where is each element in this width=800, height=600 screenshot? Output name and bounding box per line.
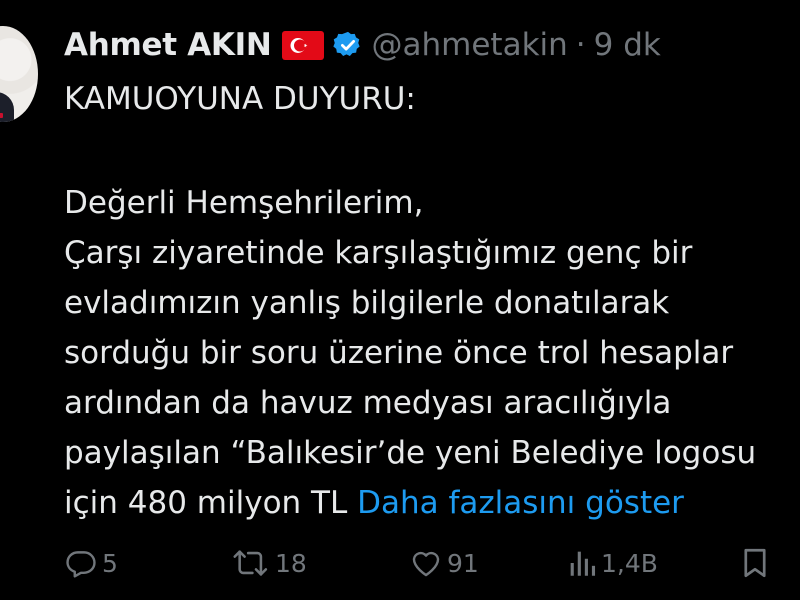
- like-count: 91: [447, 548, 479, 578]
- tweet-line: Çarşı ziyaretinde karşılaştığımız genç b…: [64, 235, 693, 271]
- heart-icon: [412, 551, 440, 577]
- verified-badge-icon: [332, 30, 363, 60]
- tweet-line: paylaşılan “Balıkesir’de yeni Belediye l…: [64, 435, 757, 471]
- like-button[interactable]: 91: [409, 539, 479, 587]
- tweet: Ahmet AKIN @ahmetakin · 9 dk KAMUOYUNA D…: [0, 0, 800, 600]
- reply-count: 5: [102, 548, 118, 578]
- avatar[interactable]: [0, 26, 38, 122]
- tweet-actions: 5 18 91 1,4B: [64, 539, 800, 587]
- avatar-pin: [0, 113, 3, 118]
- header-separator: ·: [575, 27, 586, 63]
- tweet-timestamp[interactable]: 9 dk: [594, 27, 661, 63]
- tweet-line: sorduğu bir soru üzerine önce trol hesap…: [64, 335, 734, 371]
- views-chart-icon: [570, 551, 596, 576]
- tweet-text: KAMUOYUNA DUYURU: Değerli Hemşehrilerim,…: [64, 74, 800, 528]
- tweet-line: evladımızın yanlış bilgilerle donatılara…: [64, 285, 670, 321]
- tweet-line: KAMUOYUNA DUYURU:: [64, 81, 416, 117]
- author-name[interactable]: Ahmet AKIN: [64, 27, 272, 63]
- bookmark-button[interactable]: [740, 539, 770, 587]
- reply-button[interactable]: 5: [64, 539, 118, 587]
- bookmark-icon: [744, 548, 766, 578]
- tweet-line: ardından da havuz medyası aracılığıyla: [64, 385, 672, 421]
- reply-icon: [66, 551, 96, 578]
- views-button[interactable]: 1,4B: [567, 539, 658, 587]
- repost-icon: [233, 550, 268, 576]
- author-handle[interactable]: @ahmetakin: [372, 27, 568, 63]
- tweet-line: Değerli Hemşehrilerim,: [64, 185, 424, 221]
- tweet-header: Ahmet AKIN @ahmetakin · 9 dk: [64, 24, 661, 66]
- tweet-last-line: için 480 milyon TL Daha fazlasını göster: [64, 478, 800, 528]
- tweet-line: için 480 milyon TL: [64, 485, 348, 521]
- repost-button[interactable]: 18: [231, 539, 307, 587]
- views-count: 1,4B: [601, 548, 658, 578]
- turkey-flag-icon: [281, 30, 324, 60]
- show-more-link[interactable]: Daha fazlasını göster: [357, 485, 684, 521]
- repost-count: 18: [275, 548, 307, 578]
